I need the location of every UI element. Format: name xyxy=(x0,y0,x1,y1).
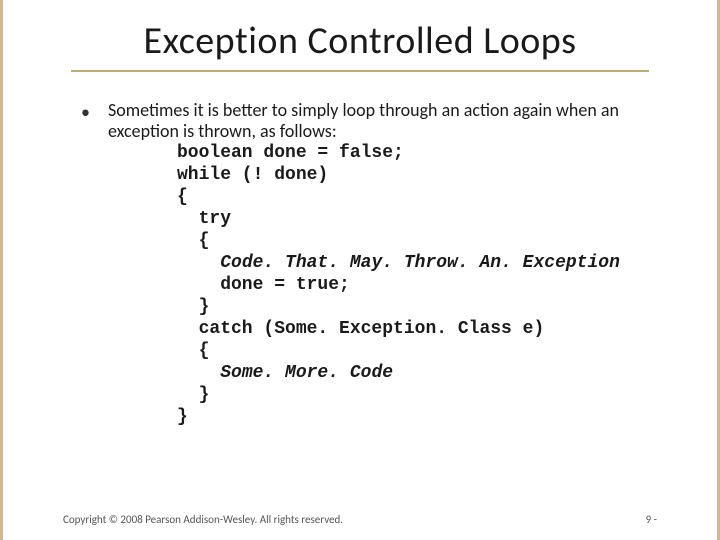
code-line: done = true; xyxy=(177,275,350,295)
bullet-item: • Sometimes it is better to simply loop … xyxy=(81,100,657,141)
page-number: 9 - xyxy=(646,513,657,526)
slide-content: • Sometimes it is better to simply loop … xyxy=(23,100,697,429)
code-line: try xyxy=(177,209,231,229)
code-line-italic: Code. That. May. Throw. An. Exception xyxy=(220,253,620,273)
code-line: } xyxy=(177,407,188,427)
slide: Exception Controlled Loops • Sometimes i… xyxy=(0,0,720,540)
slide-title: Exception Controlled Loops xyxy=(23,18,697,64)
bullet-text: Sometimes it is better to simply loop th… xyxy=(108,100,657,141)
bullet-dot-icon: • xyxy=(81,102,90,124)
code-line: while (! done) xyxy=(177,165,328,185)
code-block: boolean done = false; while (! done) { t… xyxy=(177,143,657,428)
code-line: { xyxy=(177,341,209,361)
code-line-indent xyxy=(177,363,220,383)
code-line: { xyxy=(177,187,188,207)
code-line-italic: Some. More. Code xyxy=(220,363,393,383)
copyright-text: Copyright © 2008 Pearson Addison-Wesley.… xyxy=(63,513,343,526)
code-line: } xyxy=(177,385,209,405)
code-line: boolean done = false; xyxy=(177,143,404,163)
code-line-indent xyxy=(177,253,220,273)
code-line: } xyxy=(177,297,209,317)
slide-footer: Copyright © 2008 Pearson Addison-Wesley.… xyxy=(63,513,657,526)
code-line: { xyxy=(177,231,209,251)
title-underline xyxy=(71,70,649,72)
code-line: catch (Some. Exception. Class e) xyxy=(177,319,544,339)
